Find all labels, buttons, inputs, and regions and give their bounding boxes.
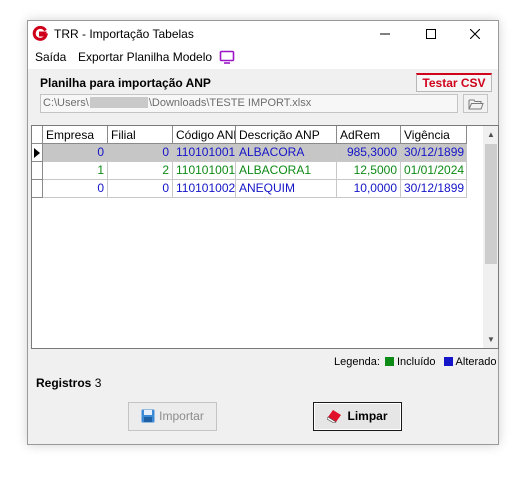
path-prefix: C:\Users\ [43, 97, 89, 109]
vertical-scrollbar[interactable]: ▲ ▼ [483, 126, 498, 348]
table-row-cell[interactable]: ALBACORA [236, 144, 337, 162]
close-button[interactable] [452, 21, 498, 47]
legend-swatch-alterado [443, 357, 453, 366]
scroll-up-icon[interactable]: ▲ [487, 130, 495, 139]
import-panel-label: Planilha para importação ANP [40, 76, 211, 90]
table-row-cell[interactable]: 0 [43, 180, 108, 198]
table-row-cell[interactable]: 985,3000 [337, 144, 401, 162]
menu-exportar-planilha-modelo[interactable]: Exportar Planilha Modelo [78, 50, 212, 64]
column-header-adrem[interactable]: AdRem [337, 126, 401, 144]
table-row-cell[interactable]: 110101002 [173, 180, 236, 198]
legend-item-incluido: Incluído [396, 356, 436, 368]
table-row-cell[interactable]: 30/12/1899 [401, 144, 467, 162]
table-row-cell[interactable]: 10,0000 [337, 180, 401, 198]
table-row-cell[interactable]: 12,5000 [337, 162, 401, 180]
menu-bar: Saída Exportar Planilha Modelo [28, 47, 498, 69]
scroll-down-icon[interactable]: ▼ [487, 335, 495, 344]
legend-label: Legenda: [334, 356, 380, 368]
registros-count: 3 [94, 376, 102, 390]
row-indicator[interactable] [32, 162, 43, 180]
maximize-icon [426, 29, 436, 39]
table-row-cell[interactable]: 110101001 [173, 144, 236, 162]
redacted-username [89, 97, 148, 108]
legend-item-alterado: Alterado [455, 356, 497, 368]
grid-corner [32, 126, 43, 144]
table-row-cell[interactable]: ALBACORA1 [236, 162, 337, 180]
table-row-cell[interactable]: 0 [108, 180, 173, 198]
column-header-filial[interactable]: Filial [108, 126, 173, 144]
table-row-cell[interactable]: 110101001 [173, 162, 236, 180]
eraser-icon [327, 410, 342, 424]
maximize-button[interactable] [408, 21, 454, 47]
minimize-icon [380, 33, 390, 35]
table-row-cell[interactable]: 0 [43, 144, 108, 162]
folder-open-icon [468, 99, 484, 110]
import-button[interactable]: Importar [128, 402, 217, 431]
browse-file-button[interactable] [463, 94, 488, 113]
table-row-cell[interactable]: 0 [108, 144, 173, 162]
table-row-cell[interactable]: 2 [108, 162, 173, 180]
table-row-cell[interactable]: 1 [43, 162, 108, 180]
column-header-vigencia[interactable]: Vigência [401, 126, 467, 144]
minimize-button[interactable] [362, 21, 408, 47]
save-disk-icon [141, 409, 155, 423]
title-bar[interactable]: TRR - Importação Tabelas [28, 21, 498, 47]
column-header-empresa[interactable]: Empresa [43, 126, 108, 144]
table-row-cell[interactable]: 01/01/2024 [401, 162, 467, 180]
current-row-arrow-icon [34, 148, 40, 158]
row-indicator[interactable] [32, 180, 43, 198]
menu-saida[interactable]: Saída [35, 50, 66, 64]
app-logo-icon [32, 26, 48, 41]
import-button-label: Importar [159, 409, 204, 423]
path-suffix: \Downloads\TESTE IMPORT.xlsx [148, 97, 312, 109]
app-window: TRR - Importação Tabelas Saída Exportar … [27, 20, 499, 445]
record-count: Registros 3 [36, 376, 101, 390]
import-data-grid[interactable]: Empresa Filial Código ANP Descrição ANP … [31, 125, 499, 349]
column-header-descricao-anp[interactable]: Descrição ANP [236, 126, 337, 144]
legend: Legenda: Incluído Alterado [334, 356, 497, 368]
legend-swatch-incluido [384, 357, 394, 366]
registros-label: Registros [36, 376, 92, 390]
table-row-cell[interactable]: ANEQUIM [236, 180, 337, 198]
clear-button[interactable]: Limpar [313, 402, 402, 431]
clear-button-label: Limpar [347, 409, 388, 423]
file-path-field[interactable]: C:\Users\ \Downloads\TESTE IMPORT.xlsx [40, 94, 458, 113]
tv-icon[interactable] [219, 49, 235, 65]
table-row-cell[interactable]: 30/12/1899 [401, 180, 467, 198]
scrollbar-thumb[interactable] [485, 144, 497, 264]
column-header-codigo-anp[interactable]: Código ANP [173, 126, 236, 144]
row-indicator-current[interactable] [32, 144, 43, 162]
close-icon [469, 28, 481, 40]
window-title: TRR - Importação Tabelas [54, 27, 194, 41]
test-csv-button[interactable]: Testar CSV [416, 73, 492, 92]
